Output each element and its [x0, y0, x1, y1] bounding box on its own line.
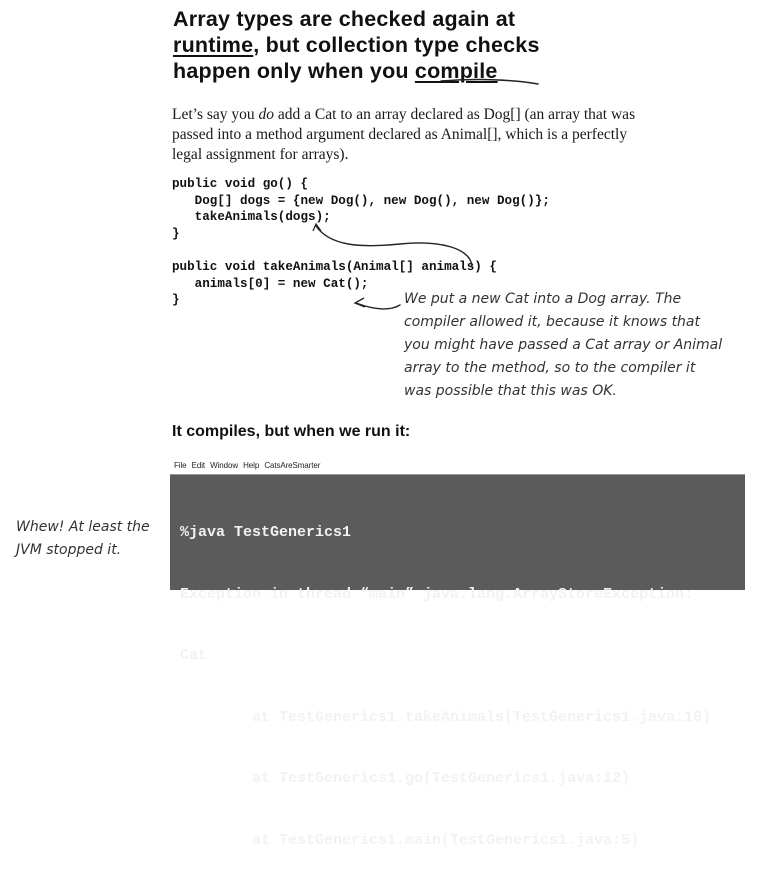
- terminal-menu-bar: File Edit Window Help CatsAreSmarter: [170, 460, 745, 475]
- menu-edit[interactable]: Edit: [192, 461, 205, 470]
- annotation-line-3: you might have passed a Cat array or Ani…: [404, 337, 723, 353]
- terminal-line-3: Cat: [180, 647, 208, 664]
- dogs-to-animals-arrow: [315, 225, 473, 267]
- terminal-line-6: at TestGenerics1.main(TestGenerics1.java…: [180, 831, 640, 849]
- terminal-line-5: at TestGenerics1.go(TestGenerics1.java:1…: [180, 770, 631, 787]
- terminal-line-1: %java TestGenerics1: [180, 524, 352, 541]
- menu-help[interactable]: Help: [243, 461, 259, 470]
- terminal-window: File Edit Window Help CatsAreSmarter %ja…: [170, 460, 745, 849]
- side-note-line-2: JVM stopped it.: [16, 542, 122, 558]
- annotation-line-5: was possible that this was OK.: [404, 383, 617, 399]
- terminal-line-2: Exception in thread “main” java.lang.Arr…: [180, 585, 694, 603]
- terminal-line-4: at TestGenerics1.takeAnimals(TestGeneric…: [180, 708, 712, 726]
- terminal-output: %java TestGenerics1 Exception in thread …: [180, 482, 711, 892]
- menu-window[interactable]: Window: [210, 461, 238, 470]
- annotation-line-2: compiler allowed it, because it knows th…: [404, 314, 700, 330]
- menu-file[interactable]: File: [174, 461, 187, 470]
- annotation-line-1: We put a new Cat into a Dog array. The: [404, 291, 682, 307]
- annotation-note: We put a new Cat into a Dog array. The c…: [404, 288, 722, 403]
- annotation-line-4: array to the method, so to the compiler …: [404, 360, 696, 376]
- menu-app-name[interactable]: CatsAreSmarter: [264, 461, 320, 470]
- run-subheading: It compiles, but when we run it:: [172, 423, 411, 440]
- compile-squiggle-mark: [440, 78, 539, 85]
- side-note-line-1: Whew! At least the: [16, 519, 150, 535]
- side-note: Whew! At least the JVM stopped it.: [16, 516, 150, 562]
